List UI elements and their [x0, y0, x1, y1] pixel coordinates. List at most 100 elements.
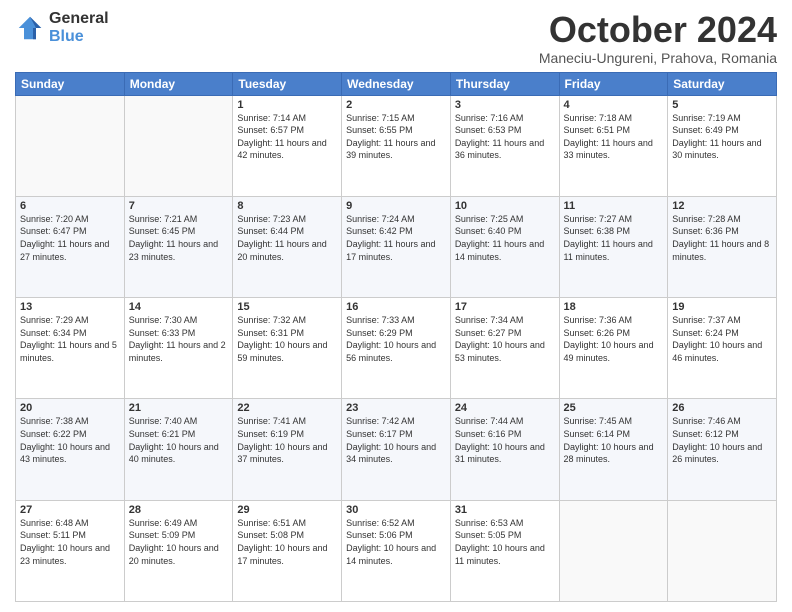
day-info: Sunrise: 6:48 AM Sunset: 5:11 PM Dayligh…: [20, 517, 120, 567]
cell-w3-d4: 17Sunrise: 7:34 AM Sunset: 6:27 PM Dayli…: [450, 298, 559, 399]
cell-w3-d2: 15Sunrise: 7:32 AM Sunset: 6:31 PM Dayli…: [233, 298, 342, 399]
day-info: Sunrise: 7:37 AM Sunset: 6:24 PM Dayligh…: [672, 314, 772, 364]
day-info: Sunrise: 7:14 AM Sunset: 6:57 PM Dayligh…: [237, 112, 337, 162]
day-info: Sunrise: 7:46 AM Sunset: 6:12 PM Dayligh…: [672, 415, 772, 465]
cell-w3-d0: 13Sunrise: 7:29 AM Sunset: 6:34 PM Dayli…: [16, 298, 125, 399]
day-number: 29: [237, 504, 337, 516]
day-number: 12: [672, 200, 772, 212]
day-number: 5: [672, 99, 772, 111]
day-info: Sunrise: 7:36 AM Sunset: 6:26 PM Dayligh…: [564, 314, 664, 364]
col-thursday: Thursday: [450, 72, 559, 95]
day-info: Sunrise: 6:53 AM Sunset: 5:05 PM Dayligh…: [455, 517, 555, 567]
day-number: 4: [564, 99, 664, 111]
day-number: 17: [455, 301, 555, 313]
cell-w5-d0: 27Sunrise: 6:48 AM Sunset: 5:11 PM Dayli…: [16, 500, 125, 601]
cell-w2-d6: 12Sunrise: 7:28 AM Sunset: 6:36 PM Dayli…: [668, 196, 777, 297]
cell-w5-d4: 31Sunrise: 6:53 AM Sunset: 5:05 PM Dayli…: [450, 500, 559, 601]
cell-w5-d3: 30Sunrise: 6:52 AM Sunset: 5:06 PM Dayli…: [342, 500, 451, 601]
cell-w1-d3: 2Sunrise: 7:15 AM Sunset: 6:55 PM Daylig…: [342, 95, 451, 196]
cell-w5-d6: [668, 500, 777, 601]
day-number: 1: [237, 99, 337, 111]
page: General Blue October 2024 Maneciu-Ungure…: [0, 0, 792, 612]
logo-general: General: [49, 10, 109, 28]
cell-w2-d0: 6Sunrise: 7:20 AM Sunset: 6:47 PM Daylig…: [16, 196, 125, 297]
col-wednesday: Wednesday: [342, 72, 451, 95]
day-info: Sunrise: 7:29 AM Sunset: 6:34 PM Dayligh…: [20, 314, 120, 364]
week-row-5: 27Sunrise: 6:48 AM Sunset: 5:11 PM Dayli…: [16, 500, 777, 601]
day-number: 23: [346, 402, 446, 414]
day-info: Sunrise: 7:24 AM Sunset: 6:42 PM Dayligh…: [346, 213, 446, 263]
day-info: Sunrise: 7:21 AM Sunset: 6:45 PM Dayligh…: [129, 213, 229, 263]
calendar-table: Sunday Monday Tuesday Wednesday Thursday…: [15, 72, 777, 602]
cell-w3-d5: 18Sunrise: 7:36 AM Sunset: 6:26 PM Dayli…: [559, 298, 668, 399]
cell-w4-d4: 24Sunrise: 7:44 AM Sunset: 6:16 PM Dayli…: [450, 399, 559, 500]
cell-w1-d5: 4Sunrise: 7:18 AM Sunset: 6:51 PM Daylig…: [559, 95, 668, 196]
col-tuesday: Tuesday: [233, 72, 342, 95]
cell-w2-d1: 7Sunrise: 7:21 AM Sunset: 6:45 PM Daylig…: [124, 196, 233, 297]
calendar-header-row: Sunday Monday Tuesday Wednesday Thursday…: [16, 72, 777, 95]
col-monday: Monday: [124, 72, 233, 95]
day-number: 3: [455, 99, 555, 111]
day-info: Sunrise: 7:32 AM Sunset: 6:31 PM Dayligh…: [237, 314, 337, 364]
header: General Blue October 2024 Maneciu-Ungure…: [15, 10, 777, 66]
day-number: 11: [564, 200, 664, 212]
day-info: Sunrise: 7:15 AM Sunset: 6:55 PM Dayligh…: [346, 112, 446, 162]
day-info: Sunrise: 7:45 AM Sunset: 6:14 PM Dayligh…: [564, 415, 664, 465]
day-info: Sunrise: 7:28 AM Sunset: 6:36 PM Dayligh…: [672, 213, 772, 263]
day-number: 9: [346, 200, 446, 212]
week-row-1: 1Sunrise: 7:14 AM Sunset: 6:57 PM Daylig…: [16, 95, 777, 196]
cell-w4-d1: 21Sunrise: 7:40 AM Sunset: 6:21 PM Dayli…: [124, 399, 233, 500]
cell-w1-d4: 3Sunrise: 7:16 AM Sunset: 6:53 PM Daylig…: [450, 95, 559, 196]
day-info: Sunrise: 7:33 AM Sunset: 6:29 PM Dayligh…: [346, 314, 446, 364]
cell-w4-d5: 25Sunrise: 7:45 AM Sunset: 6:14 PM Dayli…: [559, 399, 668, 500]
cell-w2-d3: 9Sunrise: 7:24 AM Sunset: 6:42 PM Daylig…: [342, 196, 451, 297]
day-number: 6: [20, 200, 120, 212]
location-subtitle: Maneciu-Ungureni, Prahova, Romania: [539, 50, 777, 66]
day-info: Sunrise: 6:49 AM Sunset: 5:09 PM Dayligh…: [129, 517, 229, 567]
logo: General Blue: [15, 10, 109, 45]
logo-icon: [15, 13, 45, 43]
cell-w2-d4: 10Sunrise: 7:25 AM Sunset: 6:40 PM Dayli…: [450, 196, 559, 297]
week-row-4: 20Sunrise: 7:38 AM Sunset: 6:22 PM Dayli…: [16, 399, 777, 500]
day-info: Sunrise: 7:23 AM Sunset: 6:44 PM Dayligh…: [237, 213, 337, 263]
day-info: Sunrise: 7:44 AM Sunset: 6:16 PM Dayligh…: [455, 415, 555, 465]
day-number: 19: [672, 301, 772, 313]
cell-w3-d3: 16Sunrise: 7:33 AM Sunset: 6:29 PM Dayli…: [342, 298, 451, 399]
day-info: Sunrise: 7:40 AM Sunset: 6:21 PM Dayligh…: [129, 415, 229, 465]
week-row-3: 13Sunrise: 7:29 AM Sunset: 6:34 PM Dayli…: [16, 298, 777, 399]
cell-w4-d0: 20Sunrise: 7:38 AM Sunset: 6:22 PM Dayli…: [16, 399, 125, 500]
cell-w1-d1: [124, 95, 233, 196]
cell-w3-d6: 19Sunrise: 7:37 AM Sunset: 6:24 PM Dayli…: [668, 298, 777, 399]
day-info: Sunrise: 7:20 AM Sunset: 6:47 PM Dayligh…: [20, 213, 120, 263]
day-number: 10: [455, 200, 555, 212]
day-info: Sunrise: 7:34 AM Sunset: 6:27 PM Dayligh…: [455, 314, 555, 364]
month-title: October 2024: [539, 10, 777, 50]
day-info: Sunrise: 7:30 AM Sunset: 6:33 PM Dayligh…: [129, 314, 229, 364]
col-saturday: Saturday: [668, 72, 777, 95]
logo-blue: Blue: [49, 28, 109, 46]
day-number: 31: [455, 504, 555, 516]
cell-w5-d2: 29Sunrise: 6:51 AM Sunset: 5:08 PM Dayli…: [233, 500, 342, 601]
day-info: Sunrise: 7:18 AM Sunset: 6:51 PM Dayligh…: [564, 112, 664, 162]
day-number: 25: [564, 402, 664, 414]
title-block: October 2024 Maneciu-Ungureni, Prahova, …: [539, 10, 777, 66]
day-info: Sunrise: 7:42 AM Sunset: 6:17 PM Dayligh…: [346, 415, 446, 465]
day-info: Sunrise: 7:19 AM Sunset: 6:49 PM Dayligh…: [672, 112, 772, 162]
day-number: 22: [237, 402, 337, 414]
cell-w5-d1: 28Sunrise: 6:49 AM Sunset: 5:09 PM Dayli…: [124, 500, 233, 601]
day-info: Sunrise: 7:25 AM Sunset: 6:40 PM Dayligh…: [455, 213, 555, 263]
day-number: 30: [346, 504, 446, 516]
day-info: Sunrise: 7:41 AM Sunset: 6:19 PM Dayligh…: [237, 415, 337, 465]
day-number: 21: [129, 402, 229, 414]
day-number: 20: [20, 402, 120, 414]
col-friday: Friday: [559, 72, 668, 95]
cell-w1-d0: [16, 95, 125, 196]
logo-text: General Blue: [49, 10, 109, 45]
cell-w1-d2: 1Sunrise: 7:14 AM Sunset: 6:57 PM Daylig…: [233, 95, 342, 196]
day-info: Sunrise: 6:51 AM Sunset: 5:08 PM Dayligh…: [237, 517, 337, 567]
day-number: 8: [237, 200, 337, 212]
col-sunday: Sunday: [16, 72, 125, 95]
day-number: 14: [129, 301, 229, 313]
day-info: Sunrise: 7:38 AM Sunset: 6:22 PM Dayligh…: [20, 415, 120, 465]
day-info: Sunrise: 6:52 AM Sunset: 5:06 PM Dayligh…: [346, 517, 446, 567]
